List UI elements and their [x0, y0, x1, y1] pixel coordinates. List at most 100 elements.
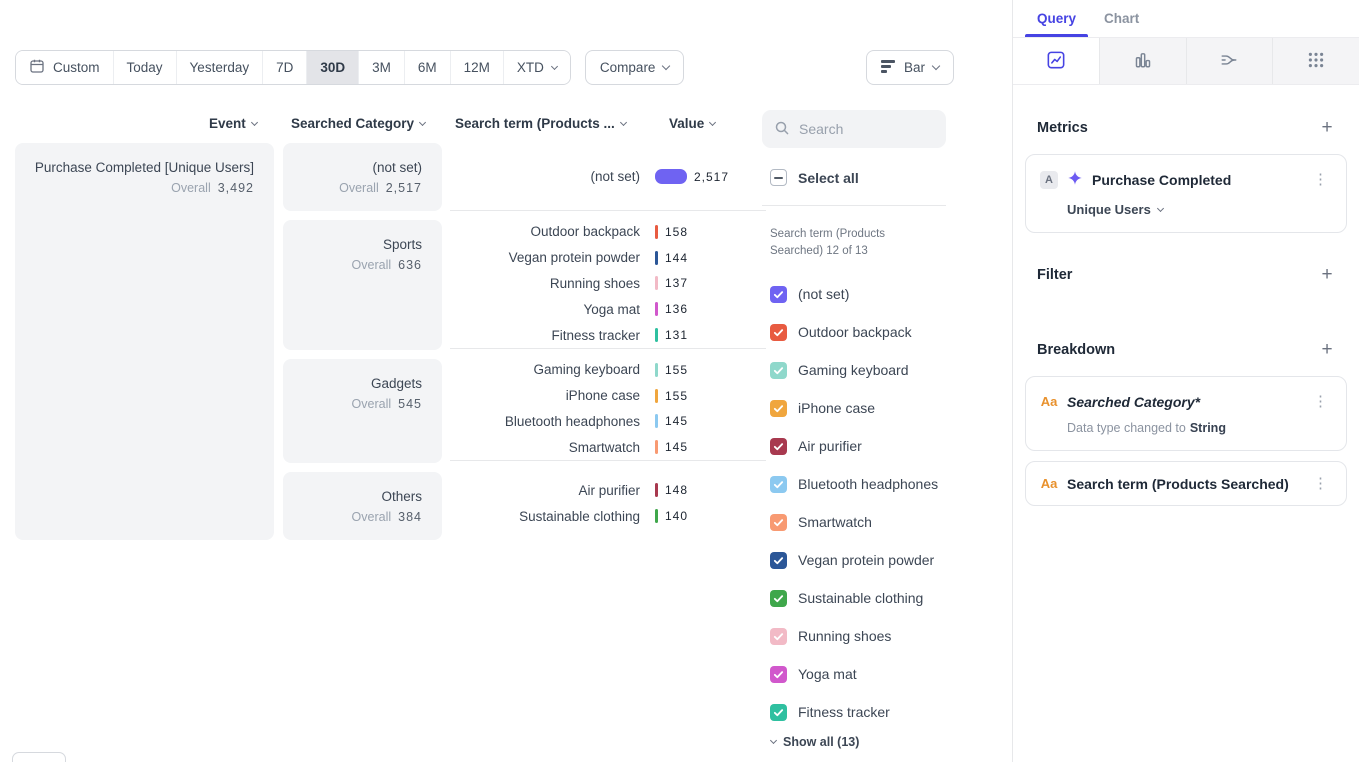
kebab-menu-icon[interactable] [1309, 170, 1332, 189]
legend-item[interactable]: Running shoes [762, 617, 946, 655]
column-header-value[interactable]: Value [669, 116, 715, 131]
event-card[interactable]: Purchase Completed [Unique Users] Overal… [15, 143, 274, 540]
kebab-menu-icon[interactable] [1309, 392, 1332, 411]
term-row[interactable]: Sustainable clothing 140 [450, 503, 766, 529]
term-row[interactable]: Bluetooth headphones 145 [450, 409, 766, 435]
legend-item[interactable]: Outdoor backpack [762, 313, 946, 351]
query-panel-tabs: Query Chart [1013, 0, 1359, 37]
legend-search [762, 110, 946, 148]
category-name: Sports [295, 237, 422, 252]
category-card[interactable]: Others Overall384 [283, 472, 442, 540]
term-row[interactable]: Fitness tracker 131 [450, 322, 766, 348]
term-group: (not set) 2,517 [450, 143, 766, 211]
legend-item[interactable]: Fitness tracker [762, 693, 946, 731]
legend-item[interactable]: (not set) [762, 275, 946, 313]
breakdown-card[interactable]: Aa Search term (Products Searched) [1025, 461, 1347, 506]
term-row[interactable]: Vegan protein powder 144 [450, 245, 766, 271]
checked-checkbox-icon [770, 324, 787, 341]
metric-card[interactable]: A Purchase Completed Unique Users [1025, 154, 1347, 233]
checked-checkbox-icon [770, 628, 787, 645]
date-range-button[interactable]: 6M [404, 51, 450, 84]
show-all-toggle[interactable]: Show all (13) [762, 735, 946, 749]
date-custom-button[interactable]: Custom [16, 51, 113, 84]
breakdown-card[interactable]: Aa Searched Category* Data type changed … [1025, 376, 1347, 451]
legend-item[interactable]: iPhone case [762, 389, 946, 427]
search-icon [774, 120, 790, 139]
kebab-menu-icon[interactable] [1309, 474, 1332, 493]
term-row[interactable]: Smartwatch 145 [450, 434, 766, 460]
term-label: (not set) [450, 169, 640, 184]
breakdown-property-name: Searched Category* [1067, 394, 1300, 410]
view-tab-flows[interactable] [1187, 38, 1274, 84]
date-range-button[interactable]: XTD [503, 51, 570, 84]
metric-letter-badge: A [1040, 171, 1058, 189]
column-header-searched-category[interactable]: Searched Category [291, 116, 425, 131]
column-header-search-term[interactable]: Search term (Products ... [455, 116, 626, 131]
chevron-down-icon [551, 62, 558, 69]
add-breakdown-button[interactable] [1317, 340, 1337, 360]
compare-button[interactable]: Compare [585, 50, 685, 85]
add-filter-button[interactable] [1317, 265, 1337, 285]
cropped-widget [12, 752, 66, 762]
category-card[interactable]: Gadgets Overall545 [283, 359, 442, 463]
value-bar [655, 251, 658, 265]
legend-item[interactable]: Sustainable clothing [762, 579, 946, 617]
date-range-button[interactable]: Today [113, 51, 176, 84]
term-row[interactable]: Air purifier 148 [450, 477, 766, 503]
legend-item[interactable]: Gaming keyboard [762, 351, 946, 389]
term-label: Yoga mat [450, 302, 640, 317]
legend-item[interactable]: Smartwatch [762, 503, 946, 541]
category-card[interactable]: Sports Overall636 [283, 220, 442, 350]
app: Custom Today Yesterday 7D 30D 3M 6M 12M … [0, 0, 1359, 762]
date-range-button[interactable]: 30D [306, 51, 358, 84]
category-column: (not set) Overall2,517 Sports Overall636… [283, 143, 442, 549]
value-label: 137 [665, 276, 688, 290]
view-tab-retention[interactable] [1273, 38, 1359, 84]
filter-section-header: Filter [1037, 265, 1337, 285]
value-bar [655, 414, 658, 428]
term-row[interactable]: Outdoor backpack 158 [450, 219, 766, 245]
column-header-event[interactable]: Event [209, 116, 257, 131]
string-type-icon: Aa [1040, 476, 1058, 491]
tab-chart[interactable]: Chart [1104, 11, 1139, 37]
term-row[interactable]: Yoga mat 136 [450, 296, 766, 322]
term-row[interactable]: Running shoes 137 [450, 271, 766, 297]
search-input[interactable] [799, 121, 934, 137]
event-overall: Overall3,492 [27, 181, 254, 195]
chevron-down-icon [620, 118, 627, 125]
term-row[interactable]: Gaming keyboard 155 [450, 357, 766, 383]
value-bar [655, 276, 658, 290]
date-range-button[interactable]: 7D [262, 51, 306, 84]
checked-checkbox-icon [770, 400, 787, 417]
select-all-checkbox[interactable]: Select all [762, 169, 946, 186]
legend-item[interactable]: Bluetooth headphones [762, 465, 946, 503]
metric-name: Purchase Completed [1092, 172, 1300, 188]
date-range-button[interactable]: Yesterday [176, 51, 263, 84]
term-label: Outdoor backpack [450, 224, 640, 239]
chart-type-button[interactable]: Bar [866, 50, 954, 85]
date-range-button[interactable]: 3M [358, 51, 404, 84]
category-overall: Overall2,517 [295, 181, 422, 195]
view-tab-funnels[interactable] [1100, 38, 1187, 84]
breakdown-note: Data type changed toString [1067, 421, 1332, 435]
category-card[interactable]: (not set) Overall2,517 [283, 143, 442, 211]
chevron-down-icon [662, 62, 670, 70]
view-tab-insights[interactable] [1013, 38, 1100, 84]
legend-item[interactable]: Yoga mat [762, 655, 946, 693]
measure-selector[interactable]: Unique Users [1067, 202, 1332, 217]
date-range-group: Custom Today Yesterday 7D 30D 3M 6M 12M … [15, 50, 571, 85]
tab-query[interactable]: Query [1037, 11, 1076, 37]
legend-list: (not set) Outdoor backpack Gaming keyboa… [762, 275, 946, 731]
term-row[interactable]: (not set) 2,517 [450, 164, 766, 190]
add-metric-button[interactable] [1317, 118, 1337, 138]
term-label: Running shoes [450, 276, 640, 291]
chart-type-label: Bar [904, 60, 925, 75]
checked-checkbox-icon [770, 552, 787, 569]
term-label: Sustainable clothing [450, 509, 640, 524]
term-row[interactable]: iPhone case 155 [450, 383, 766, 409]
legend-item[interactable]: Vegan protein powder [762, 541, 946, 579]
date-range-button[interactable]: 12M [450, 51, 503, 84]
legend-item[interactable]: Air purifier [762, 427, 946, 465]
value-label: 131 [665, 328, 688, 342]
term-group: Outdoor backpack 158 Vegan protein powde… [450, 219, 766, 349]
